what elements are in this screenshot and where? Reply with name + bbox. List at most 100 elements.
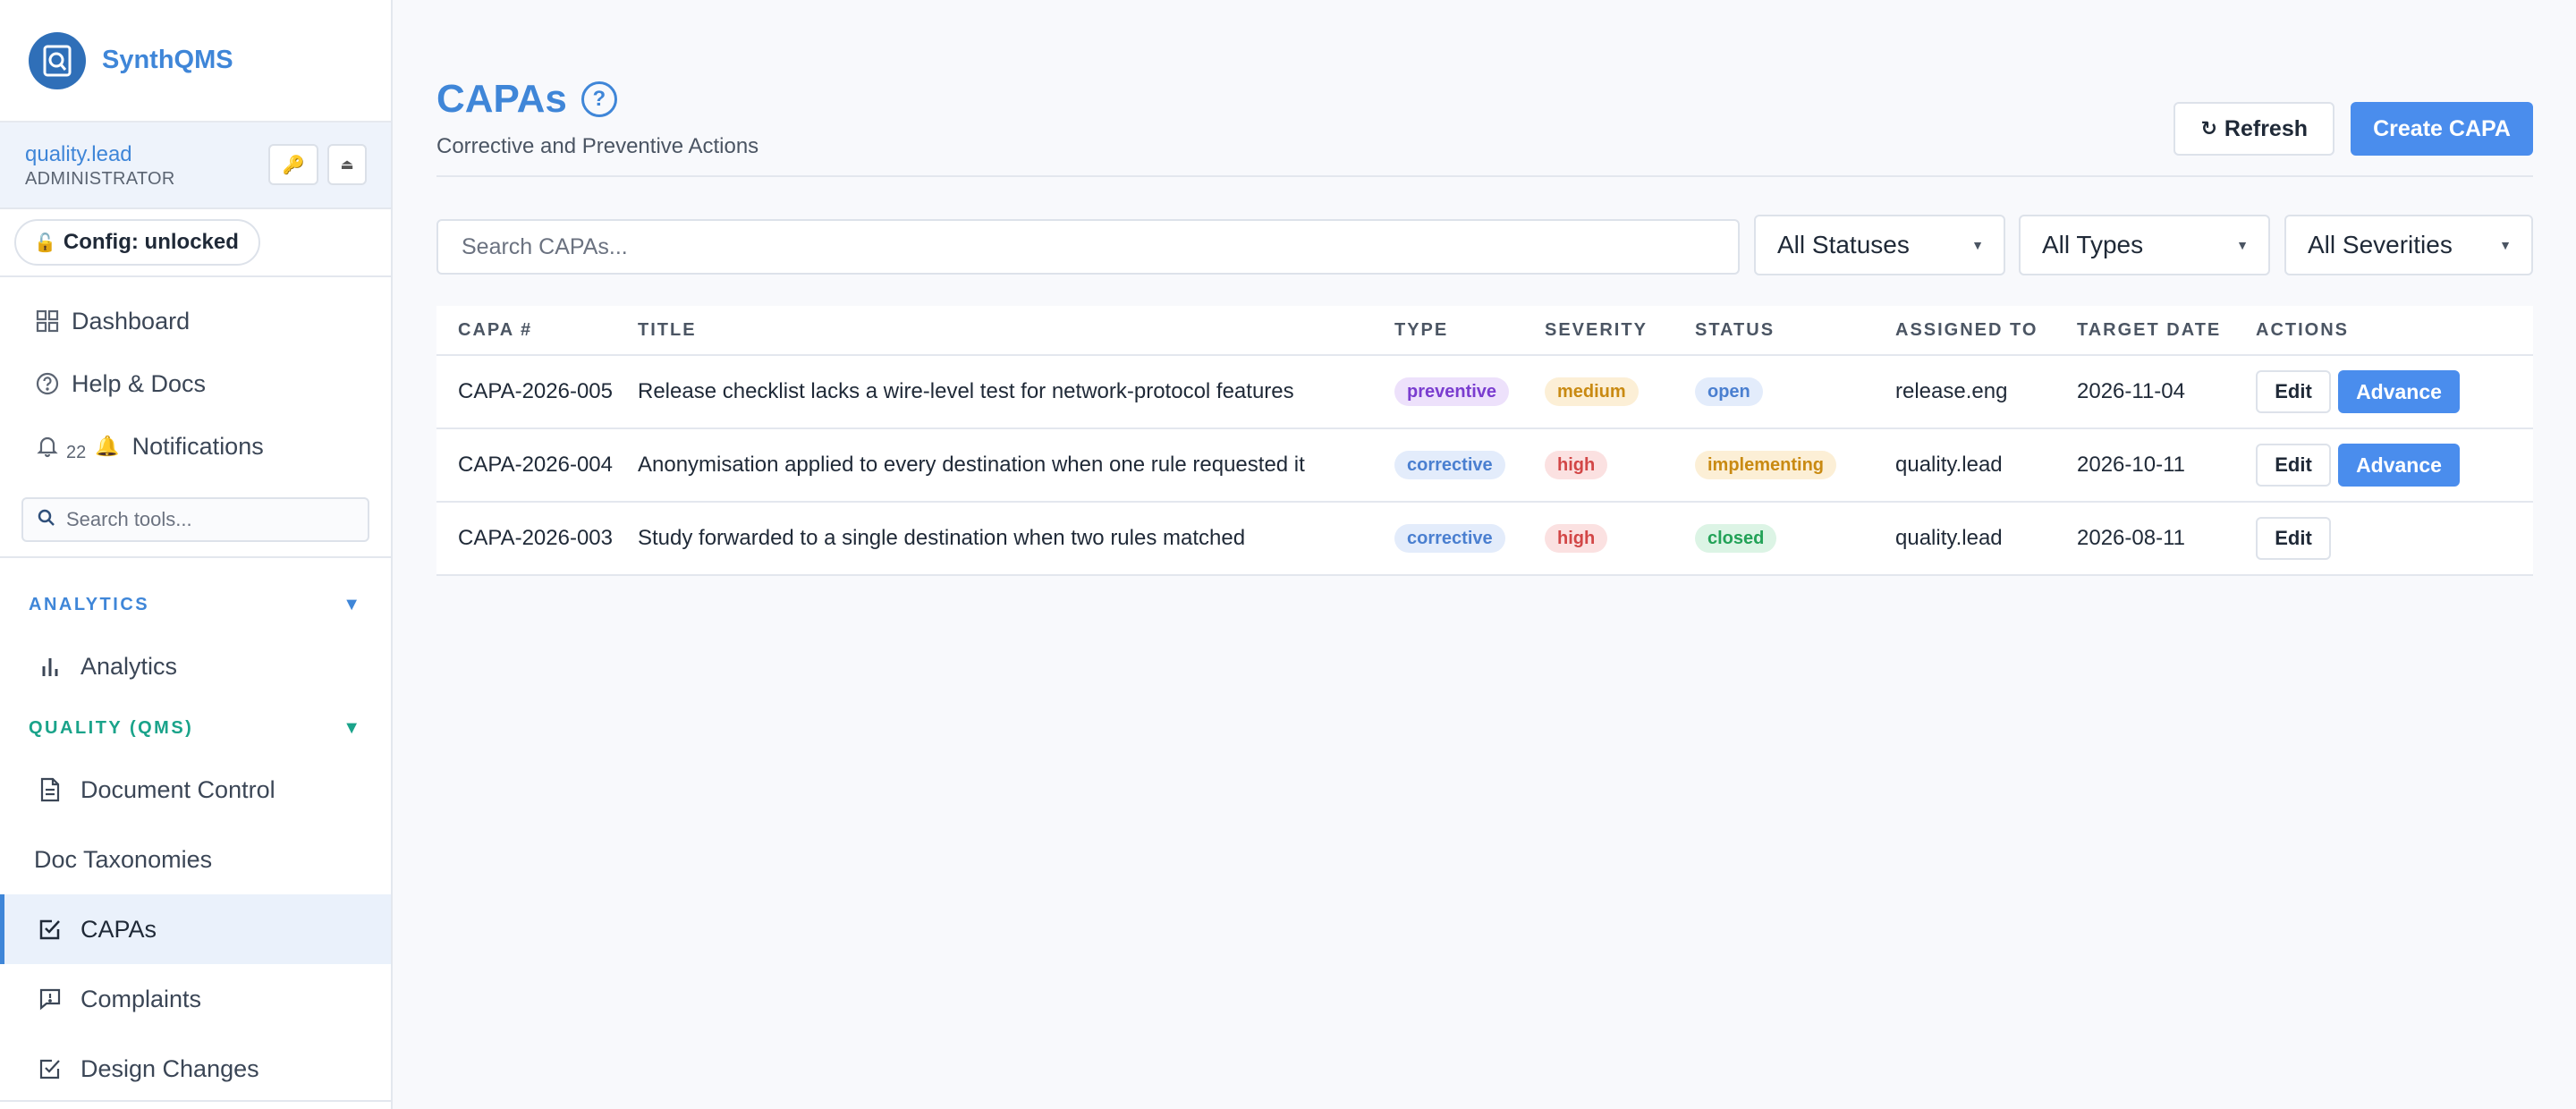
config-row: 🔓 Config: unlocked (0, 209, 391, 277)
top-nav: Dashboard Help & Docs 22 🔔 Notifications (0, 277, 391, 478)
status-badge: open (1695, 377, 1763, 406)
cell-title: Anonymisation applied to every destinati… (638, 453, 1305, 477)
cell-actions: Edit (2256, 517, 2533, 560)
edit-button[interactable]: Edit (2256, 444, 2331, 487)
page-title: CAPAs (436, 77, 567, 121)
app-name: SynthQMS (102, 46, 233, 74)
type-badge: corrective (1394, 451, 1505, 479)
sidebar-item-analytics[interactable]: Analytics (0, 631, 391, 701)
section-qms-toggle[interactable]: QUALITY (QMS) ▼ (0, 701, 391, 755)
edit-button[interactable]: Edit (2256, 517, 2331, 560)
help-icon[interactable]: ? (580, 81, 617, 117)
table-row[interactable]: CAPA-2026-004 Anonymisation applied to e… (436, 429, 2533, 503)
app-logo-icon (29, 31, 86, 89)
config-label: Config: unlocked (63, 230, 239, 254)
nav-help-docs[interactable]: Help & Docs (0, 352, 391, 415)
sidebar-item-document-control[interactable]: Document Control (0, 755, 391, 825)
alert-message-icon (36, 985, 64, 1013)
status-badge: implementing (1695, 451, 1837, 479)
page-header: CAPAs ? Corrective and Preventive Action… (436, 77, 2533, 177)
status-filter-value: All Statuses (1777, 231, 1910, 258)
sidebar-divider (0, 556, 391, 558)
chevron-down-icon: ▼ (343, 594, 360, 614)
nav-help-label: Help & Docs (72, 369, 207, 397)
advance-button[interactable]: Advance (2338, 444, 2460, 487)
capa-search[interactable] (436, 219, 1740, 275)
header-type[interactable]: TYPE (1394, 320, 1545, 341)
eject-button[interactable]: ⏏ (327, 144, 367, 185)
table-row[interactable]: CAPA-2026-003 Study forwarded to a singl… (436, 503, 2533, 576)
sidebar-item-design-changes-label: Design Changes (80, 1054, 259, 1082)
severity-badge: high (1545, 451, 1608, 479)
table-row[interactable]: CAPA-2026-005 Release checklist lacks a … (436, 356, 2533, 429)
section-analytics-toggle[interactable]: ANALYTICS ▼ (0, 578, 391, 631)
header-status[interactable]: STATUS (1695, 320, 1895, 341)
advance-button[interactable]: Advance (2338, 370, 2460, 413)
create-capa-button[interactable]: Create CAPA (2351, 102, 2533, 156)
nav-notifications[interactable]: 22 🔔 Notifications (0, 415, 391, 478)
bell-icon (34, 433, 61, 460)
user-block: quality.lead ADMINISTRATOR 🔑 ⏏ (0, 123, 391, 209)
edit-button[interactable]: Edit (2256, 370, 2331, 413)
cell-assigned-to: quality.lead (1895, 526, 2003, 550)
key-icon: 🔑 (282, 155, 305, 175)
cell-actions: Edit Advance (2256, 370, 2533, 413)
refresh-icon: ↻ (2200, 117, 2217, 140)
cell-target-date: 2026-10-11 (2077, 453, 2185, 477)
sidebar-item-document-control-label: Document Control (80, 775, 275, 803)
sidebar-item-complaints[interactable]: Complaints (0, 964, 391, 1034)
tool-search-input[interactable] (66, 508, 352, 531)
grid-icon (34, 308, 61, 334)
sidebar-item-doc-taxonomies[interactable]: Doc Taxonomies (0, 825, 391, 894)
caret-down-icon: ▼ (1971, 238, 1984, 252)
sidebar-item-capas[interactable]: CAPAs (0, 894, 391, 964)
caret-down-icon: ▼ (2499, 238, 2512, 252)
header-actions: ACTIONS (2256, 319, 2349, 340)
capa-table: CAPA # TITLE TYPE SEVERITY STATUS ASSIGN… (436, 306, 2533, 576)
cell-capa-number: CAPA-2026-004 (458, 453, 613, 477)
nav-notifications-label: Notifications (131, 432, 264, 460)
document-icon (36, 775, 64, 804)
config-lock-toggle[interactable]: 🔓 Config: unlocked (14, 219, 260, 266)
type-filter-value: All Types (2042, 231, 2144, 258)
sidebar-item-complaints-label: Complaints (80, 985, 202, 1012)
cell-assigned-to: release.eng (1895, 379, 2008, 403)
sidebar-item-capas-label: CAPAs (80, 915, 157, 943)
header-target-date[interactable]: TARGET DATE (2077, 320, 2256, 341)
header-severity[interactable]: SEVERITY (1545, 320, 1695, 341)
chevron-down-icon: ▼ (343, 717, 360, 738)
unlocked-padlock-icon: 🔓 (34, 233, 56, 253)
type-badge: preventive (1394, 377, 1510, 406)
capa-search-input[interactable] (462, 233, 1696, 260)
key-button[interactable]: 🔑 (268, 144, 318, 185)
cell-title: Study forwarded to a single destination … (638, 526, 1246, 550)
sidebar-item-analytics-label: Analytics (80, 652, 178, 680)
status-filter-select[interactable]: All Statuses ▼ (1754, 215, 2005, 275)
header-title[interactable]: TITLE (638, 320, 1394, 341)
header-assigned-to[interactable]: ASSIGNED TO (1895, 320, 2077, 341)
cell-actions: Edit Advance (2256, 444, 2533, 487)
nav-dashboard[interactable]: Dashboard (0, 290, 391, 352)
cell-capa-number: CAPA-2026-003 (458, 526, 613, 550)
severity-filter-select[interactable]: All Severities ▼ (2284, 215, 2533, 275)
cell-assigned-to: quality.lead (1895, 453, 2003, 477)
cell-title: Release checklist lacks a wire-level tes… (638, 379, 1294, 403)
sidebar-item-design-changes[interactable]: Design Changes (0, 1034, 391, 1104)
nav-dashboard-label: Dashboard (72, 307, 191, 334)
search-icon (38, 509, 55, 531)
sidebar-item-doc-taxonomies-label: Doc Taxonomies (34, 845, 213, 873)
sidebar-footer-divider (0, 1100, 391, 1102)
type-filter-select[interactable]: All Types ▼ (2019, 215, 2270, 275)
sidebar: SynthQMS quality.lead ADMINISTRATOR 🔑 ⏏ … (0, 0, 393, 1109)
status-badge: closed (1695, 524, 1777, 553)
brand[interactable]: SynthQMS (0, 0, 391, 123)
section-analytics-label: ANALYTICS (29, 594, 150, 614)
refresh-button[interactable]: ↻ Refresh (2174, 102, 2334, 156)
severity-badge: medium (1545, 377, 1639, 406)
checkbox-icon (36, 1054, 64, 1083)
tool-search[interactable] (21, 497, 369, 542)
section-qms-label: QUALITY (QMS) (29, 717, 194, 738)
header-capa-number[interactable]: CAPA # (436, 320, 638, 341)
cell-target-date: 2026-08-11 (2077, 526, 2185, 550)
cell-capa-number: CAPA-2026-005 (458, 379, 613, 403)
